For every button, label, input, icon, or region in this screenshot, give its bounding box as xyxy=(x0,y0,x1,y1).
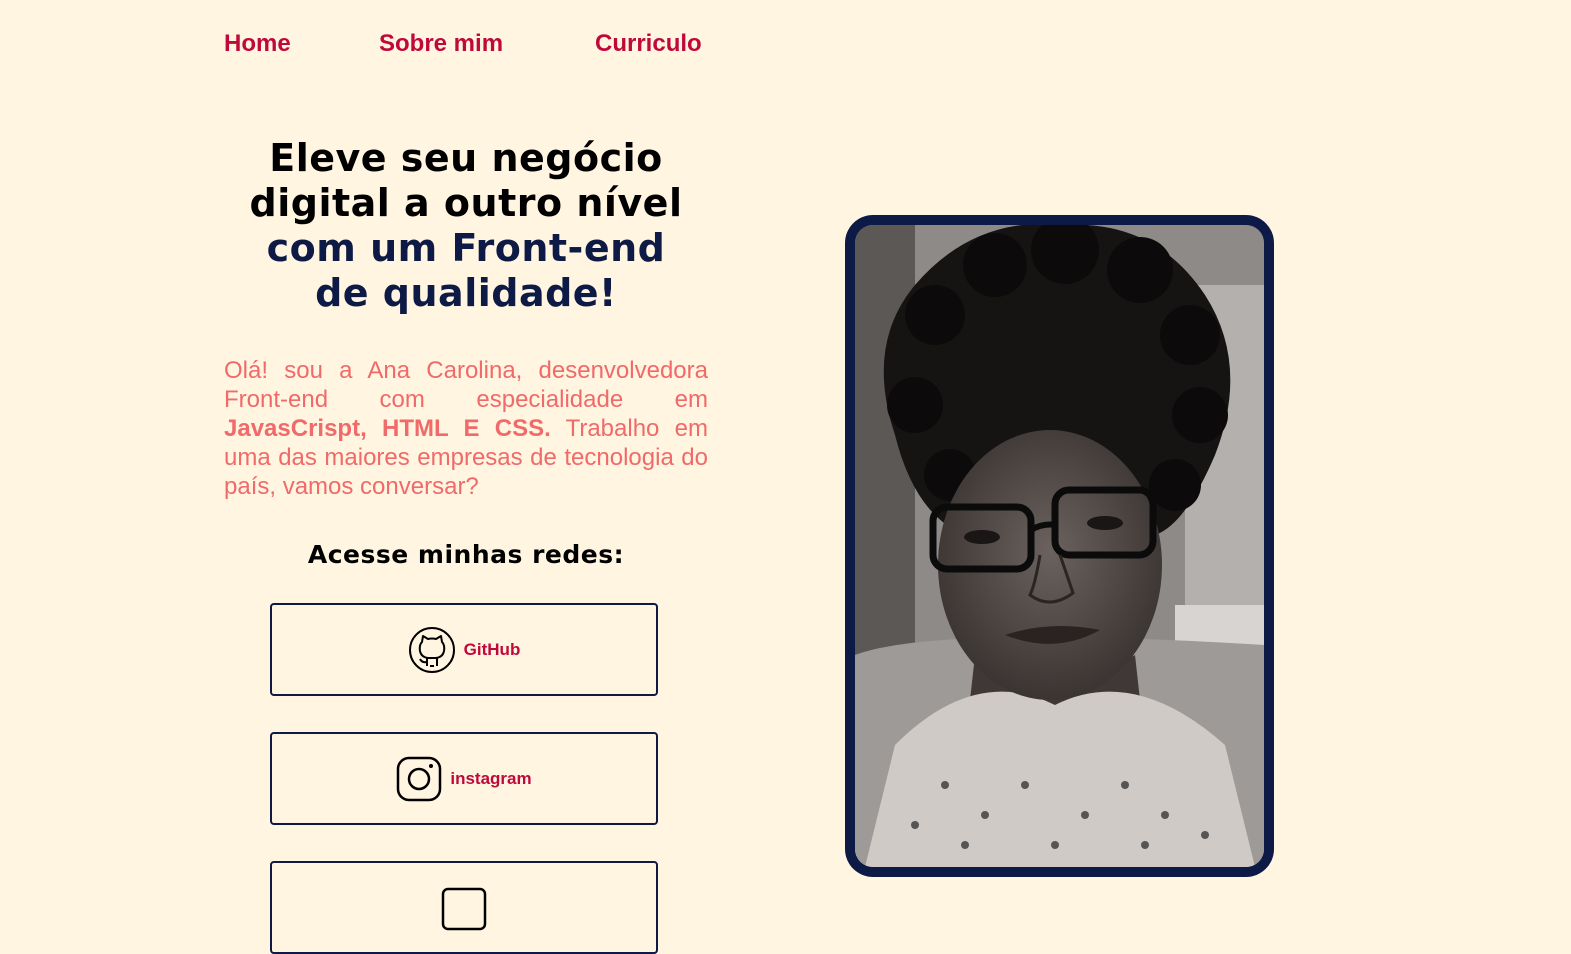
intro-highlight: JavasCrispt, HTML E CSS. xyxy=(224,415,551,442)
hero-line-1: Eleve seu negócio xyxy=(269,136,663,180)
intro-paragraph: Olá! sou a Ana Carolina, desenvolvedora … xyxy=(224,356,708,501)
github-label: GitHub xyxy=(463,639,521,659)
instagram-label: instagram xyxy=(450,768,532,788)
profile-photo xyxy=(855,225,1264,867)
profile-photo-frame xyxy=(845,215,1274,877)
instagram-icon xyxy=(397,756,442,801)
nav-link-about[interactable]: Sobre mim xyxy=(379,28,595,60)
intro-text-start: Olá! sou a Ana Carolina, desenvolvedora … xyxy=(224,357,708,413)
profile-photo-illustration xyxy=(855,225,1264,867)
nav-link-resume[interactable]: Curriculo xyxy=(595,28,702,60)
linkedin-icon xyxy=(441,887,487,930)
hero-line-3: com um Front-end xyxy=(266,226,666,270)
github-button[interactable]: GitHub xyxy=(270,603,658,696)
social-title: Acesse minhas redes: xyxy=(307,540,625,569)
github-icon xyxy=(408,626,455,673)
hero-line-2: digital a outro nível xyxy=(249,181,683,225)
nav-link-home[interactable]: Home xyxy=(224,28,379,60)
hero-title: Eleve seu negócio digital a outro nível … xyxy=(224,136,708,316)
hero-line-4: de qualidade! xyxy=(315,271,617,315)
linkedin-button[interactable] xyxy=(270,861,658,954)
main-nav: Home Sobre mim Curriculo xyxy=(224,28,702,60)
instagram-button[interactable]: instagram xyxy=(270,732,658,825)
